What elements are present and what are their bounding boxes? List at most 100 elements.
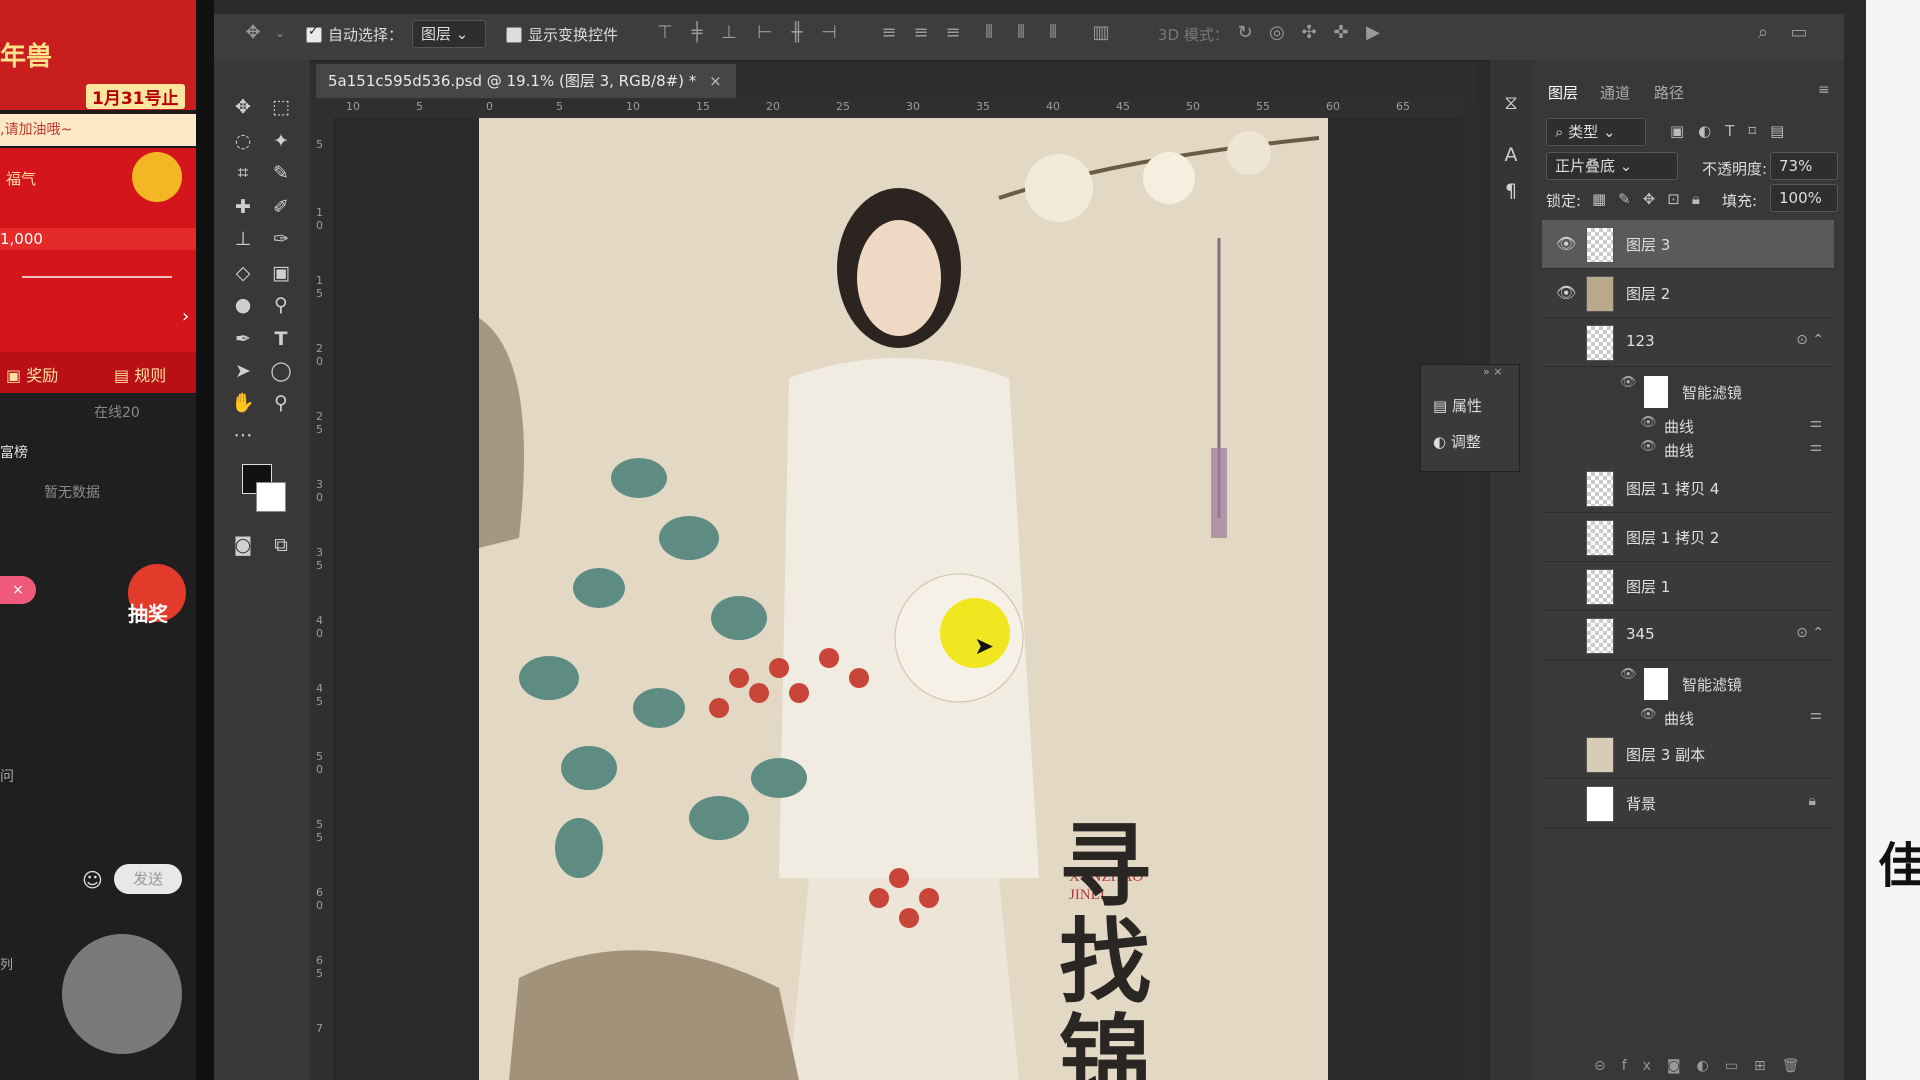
opacity-input[interactable]: 73% <box>1770 152 1838 180</box>
properties-button[interactable]: ▤ 属性 <box>1433 395 1482 416</box>
adjustments-button[interactable]: ◐ 调整 <box>1433 431 1481 452</box>
scale-3d-icon[interactable]: ▶ <box>1362 22 1384 44</box>
lasso-tool-icon[interactable]: ◌ <box>228 126 258 156</box>
chevron-right-icon[interactable]: › <box>182 306 189 327</box>
rules-button[interactable]: ▤ 规则 <box>114 362 166 386</box>
distribute-right-icon[interactable]: ⫴ <box>1042 22 1064 44</box>
stamp-tool-icon[interactable]: ⊥ <box>228 224 258 254</box>
vertical-ruler[interactable]: 5 1 0 1 5 2 0 2 5 3 0 3 5 4 0 4 5 5 0 5 5 6 0 6 5 7 <box>310 118 335 1080</box>
distribute-hcenter-icon[interactable]: ⫴ <box>1010 22 1032 44</box>
layer-filter-select[interactable]: ⌕ 类型 ⌄ <box>1546 118 1646 146</box>
layer-row-layer1-copy4[interactable]: 图层 1 拷贝 4 <box>1542 464 1834 513</box>
close-icon[interactable]: × <box>0 576 36 604</box>
eye-icon[interactable]: 👁︎ <box>1556 234 1576 253</box>
character-panel-icon[interactable]: A <box>1496 140 1526 170</box>
document-tab[interactable]: 5a151c595d536.psd @ 19.1% (图层 3, RGB/8#)… <box>316 64 736 98</box>
zoom-tool-icon[interactable]: ⚲ <box>266 388 296 418</box>
align-left-icon[interactable]: ⊢ <box>754 22 776 44</box>
progress-slider[interactable] <box>22 276 172 278</box>
layer-row-layer1[interactable]: 图层 1 <box>1542 562 1834 611</box>
align-vcenter-icon[interactable]: ╪ <box>686 22 708 44</box>
horizontal-ruler[interactable]: 10 5 0 5 10 15 20 25 30 35 40 45 50 55 60 65 <box>310 98 1476 119</box>
drag-3d-icon[interactable]: ✣ <box>1298 22 1320 44</box>
move-tool-icon[interactable]: ✥ <box>228 92 258 122</box>
path-select-icon[interactable]: ➤ <box>228 356 258 386</box>
paragraph-panel-icon[interactable]: ¶ <box>1496 176 1526 206</box>
history-icon[interactable]: ⧖ <box>1496 88 1526 118</box>
lock-icons[interactable]: ▦✎✥⊡🔒︎ <box>1592 190 1712 208</box>
align-bottom-icon[interactable]: ⊥ <box>718 22 740 44</box>
poster-canvas[interactable]: XUNZHAO JINLI 寻找锦 <box>479 118 1328 1080</box>
smart-object-icon[interactable]: ⊙ ⌃ <box>1796 625 1824 641</box>
layer-row-layer3[interactable]: 👁︎ 图层 3 <box>1542 220 1834 269</box>
right-scrollbar[interactable] <box>1844 0 1866 1080</box>
eye-icon[interactable]: 👁︎ <box>1620 375 1637 390</box>
slide-3d-icon[interactable]: ✜ <box>1330 22 1352 44</box>
filter-options-icon[interactable]: ⚌ <box>1809 439 1822 455</box>
hand-tool-icon[interactable]: ✋ <box>228 388 258 418</box>
send-button[interactable]: 发送 <box>114 864 182 894</box>
blur-tool-icon[interactable]: ● <box>228 290 258 320</box>
eraser-tool-icon[interactable]: ◇ <box>228 258 258 288</box>
history-brush-icon[interactable]: ✑ <box>266 224 296 254</box>
curves-row-1[interactable]: 👁︎ 曲线 ⚌ <box>1542 412 1834 438</box>
layer-row-layer2[interactable]: 👁︎ 图层 2 <box>1542 269 1834 318</box>
align-right-icon[interactable]: ⊣ <box>818 22 840 44</box>
curves-row-2[interactable]: 👁︎ 曲线 ⚌ <box>1542 436 1834 462</box>
layer-row-layer3-copy[interactable]: 图层 3 副本 <box>1542 730 1834 779</box>
crop-tool-icon[interactable]: ⌗ <box>228 158 258 188</box>
smart-filter-row-2[interactable]: 👁︎ 智能滤镜 <box>1542 664 1834 704</box>
distribute-bottom-icon[interactable]: ≡ <box>942 22 964 44</box>
marquee-tool-icon[interactable]: ⬚ <box>266 92 296 122</box>
move-tool-icon[interactable]: ✥ <box>242 22 264 44</box>
filter-options-icon[interactable]: ⚌ <box>1809 415 1822 431</box>
pen-tool-icon[interactable]: ✒ <box>228 324 258 354</box>
chevron-down-icon[interactable]: ⌄ <box>274 22 286 44</box>
tab-layers[interactable]: 图层 <box>1548 82 1578 103</box>
dodge-tool-icon[interactable]: ⚲ <box>266 290 296 320</box>
tab-paths[interactable]: 路径 <box>1654 82 1684 103</box>
workspace-icon[interactable]: ▭ <box>1788 22 1810 44</box>
type-tool-icon[interactable]: T <box>266 324 296 354</box>
background-color-swatch[interactable] <box>256 482 286 512</box>
tab-channels[interactable]: 通道 <box>1600 82 1630 103</box>
layer-row-123[interactable]: 123 ⊙ ⌃ <box>1542 318 1834 367</box>
search-icon[interactable]: ⌕ <box>1752 22 1774 44</box>
layer-select[interactable]: 图层 ⌄ <box>412 20 486 48</box>
orbit-3d-icon[interactable]: ↻ <box>1234 22 1256 44</box>
eye-icon[interactable]: 👁︎ <box>1640 415 1657 430</box>
roll-3d-icon[interactable]: ◎ <box>1266 22 1288 44</box>
eyedropper-icon[interactable]: ✎ <box>266 158 296 188</box>
gradient-tool-icon[interactable]: ▣ <box>266 258 296 288</box>
close-tab-icon[interactable]: × <box>709 72 722 90</box>
distribute-left-icon[interactable]: ⫴ <box>978 22 1000 44</box>
layer-row-layer1-copy2[interactable]: 图层 1 拷贝 2 <box>1542 513 1834 562</box>
blend-mode-select[interactable]: 正片叠底 ⌄ <box>1546 152 1678 180</box>
align-hcenter-icon[interactable]: ╫ <box>786 22 808 44</box>
vertical-scrollbar[interactable] <box>1463 98 1476 1080</box>
event-banner[interactable]: 年兽 1月31号止 <box>0 0 196 110</box>
collapse-icon[interactable]: » × <box>1483 365 1502 378</box>
reward-button[interactable]: ▣ 奖励 <box>6 362 58 386</box>
layer-row-background[interactable]: 背景 🔒︎ <box>1542 779 1834 828</box>
eye-icon[interactable]: 👁︎ <box>1640 707 1657 722</box>
eye-icon[interactable]: 👁︎ <box>1640 439 1657 454</box>
smart-filter-row-1[interactable]: 👁︎ 智能滤镜 <box>1542 372 1834 412</box>
quick-mask-icon[interactable]: ◙ <box>228 530 258 560</box>
show-transform-checkbox[interactable]: 显示变换控件 <box>506 24 618 45</box>
brush-tool-icon[interactable]: ✐ <box>266 192 296 222</box>
align-top-icon[interactable]: ⊤ <box>654 22 676 44</box>
layer-actions-bar[interactable]: ⊝fx◙◐▭⊞🗑︎ <box>1594 1058 1815 1074</box>
fill-input[interactable]: 100% <box>1770 184 1838 212</box>
eye-icon[interactable]: 👁︎ <box>1620 667 1637 682</box>
magic-wand-icon[interactable]: ✦ <box>266 126 296 156</box>
smart-object-icon[interactable]: ⊙ ⌃ <box>1796 332 1824 348</box>
distribute-top-icon[interactable]: ≡ <box>878 22 900 44</box>
layer-row-345[interactable]: 345 ⊙ ⌃ <box>1542 611 1834 660</box>
panel-menu-icon[interactable]: ≡ <box>1818 82 1830 98</box>
eye-icon[interactable]: 👁︎ <box>1556 283 1576 302</box>
auto-select-checkbox[interactable]: 自动选择： <box>306 24 403 45</box>
emoji-icon[interactable]: ☺ <box>82 868 103 892</box>
distribute-vcenter-icon[interactable]: ≡ <box>910 22 932 44</box>
more-tools-icon[interactable]: ⋯ <box>228 420 258 450</box>
